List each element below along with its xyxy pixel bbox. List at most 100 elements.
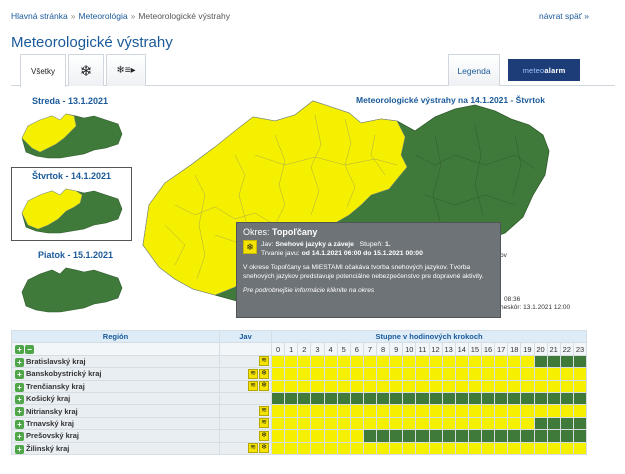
hour-level-1 [310,367,325,381]
breadcrumb: Hlavná stránka» Meteorológia» Meteorologic… [11,11,230,21]
snow-drift-icon[interactable]: ≋ [259,356,269,367]
day-label-friday[interactable]: Piatok - 15.1.2021 [38,250,113,260]
hour-level-none [572,429,588,443]
tab-legend[interactable]: Legenda [448,54,500,86]
hour-level-none [572,391,588,406]
jav-cell [219,391,272,406]
region-cell[interactable]: + Žilinský kraj [11,441,220,455]
hour-level-1 [428,367,443,381]
jav-cell: ≋ ❄ [219,367,272,381]
hour-level-none [349,391,364,406]
expand-icon[interactable]: + [15,419,24,429]
hour-level-1 [533,367,548,381]
hours-row: + − 0 1 2 3 4 5 6 7 8 9 10 11 12 13 14 15 16 17 18 19 20 21 22 2… [11,342,588,356]
snowfall-icon[interactable]: ❄ [259,381,269,392]
hour-level-1 [270,354,286,369]
region-cell[interactable]: + Košický kraj [11,391,220,406]
table-row: + Bratislavský kraj ≋ [11,354,588,369]
info-next-update: neskôr: 13.1.2021 12:00 [500,304,571,311]
expand-all-icon[interactable]: + [15,344,24,354]
hour-level-1 [284,404,299,418]
page-title: Meteorologické výstrahy [11,34,173,51]
hour-level-none [480,391,496,406]
hour-level-1 [349,416,364,431]
expand-icon[interactable]: + [15,394,24,404]
snow-drift-icon[interactable]: ≋ [248,381,258,392]
hour-level-none [533,391,548,406]
hour-level-1 [323,404,338,418]
tooltip-jav-label: Jav: [261,241,274,248]
hour-level-1 [494,354,509,369]
hour-cell: 17 [494,342,509,356]
hour-cell: 19 [520,342,535,356]
region-name: Žilinský kraj [26,443,70,453]
hour-level-none [415,429,430,443]
hour-level-1 [494,416,509,431]
breadcrumb-home[interactable]: Hlavná stránka [11,11,68,21]
expand-icon[interactable]: + [15,357,24,367]
hour-level-1 [480,354,496,369]
hour-level-1 [389,367,404,381]
hour-level-1 [467,367,483,381]
region-cell[interactable]: + Trnavský kraj [11,416,220,431]
snowfall-icon[interactable]: ❄ [259,368,269,379]
expand-icon[interactable]: + [15,370,24,380]
region-cell[interactable]: + Banskobystrický kraj [11,367,220,381]
snow-drift-icon[interactable]: ≋ [259,406,269,417]
hour-level-1 [349,441,364,455]
region-cell[interactable]: + Nitriansky kraj [11,404,220,418]
hour-level-1 [310,429,325,443]
snowfall-icon[interactable]: ❄ [259,430,269,441]
back-link[interactable]: návrat späť » [539,11,589,21]
hour-level-1 [310,379,325,393]
hour-level-1 [454,379,469,393]
region-cell[interactable]: + Bratislavský kraj [11,354,220,369]
hour-level-1 [297,429,312,443]
hour-level-1 [494,404,509,418]
hour-level-none [494,429,509,443]
tab-all[interactable]: Všetky [20,54,66,87]
hour-cell: 2 [297,342,312,356]
breadcrumb-meteorology[interactable]: Meteorológia [78,11,127,21]
expand-icon[interactable]: + [15,382,24,392]
table-row: + Trnavský kraj ≋ [11,416,588,431]
day-label-thursday[interactable]: Štvrtok - 14.1.2021 [32,171,111,181]
hour-level-1 [349,367,364,381]
hour-level-1 [428,416,443,431]
hour-level-1 [349,404,364,418]
hour-level-1 [284,441,299,455]
snow-drift-icon[interactable]: ≋ [248,443,258,454]
expand-icon[interactable]: + [15,432,24,442]
collapse-all-icon[interactable]: − [25,344,34,354]
hour-level-1 [507,367,522,381]
hour-level-none [467,429,483,443]
mini-map-friday[interactable] [14,262,126,316]
mini-map-wednesday[interactable] [14,108,126,162]
expand-icon[interactable]: + [15,444,24,454]
hour-level-1 [467,379,483,393]
hour-level-1 [546,404,561,418]
snow-drift-icon[interactable]: ≋ [248,368,258,379]
mini-map-thursday[interactable] [14,183,126,237]
hour-level-none [507,391,522,406]
region-cell[interactable]: + Trenčiansky kraj [11,379,220,393]
expand-icon[interactable]: + [15,407,24,417]
hour-level-1 [428,379,443,393]
hour-level-1 [402,379,417,393]
expand-collapse-all[interactable]: + − [11,342,220,356]
snowfall-icon[interactable]: ❄ [259,443,269,454]
tab-snow[interactable]: ❄ [68,54,104,86]
meteoalarm-logo[interactable]: meteo alarm [508,59,580,81]
hour-level-1 [297,379,312,393]
hour-level-none [428,429,443,443]
region-cell[interactable]: + Prešovský kraj [11,429,220,443]
region-name: Bratislavský kraj [26,356,86,366]
hour-cell: 15 [467,342,483,356]
tab-snow-drift[interactable]: ❄≡▸ [106,54,146,86]
hour-cell: 4 [323,342,338,356]
hour-level-1 [375,379,391,393]
day-label-wednesday[interactable]: Streda - 13.1.2021 [32,96,108,106]
snow-drift-icon[interactable]: ≋ [259,418,269,429]
hour-level-1 [270,441,286,455]
region-name: Trnavský kraj [26,418,74,428]
